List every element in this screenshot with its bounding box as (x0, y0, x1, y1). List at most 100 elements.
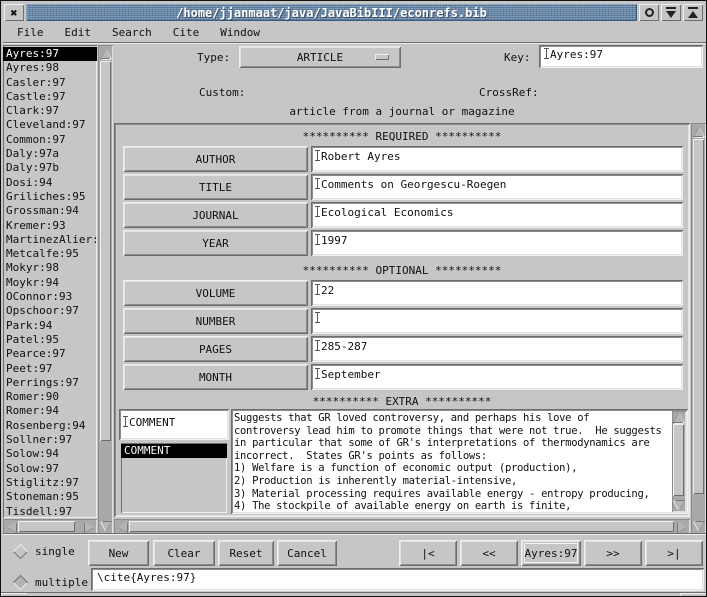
extra-field-name-input[interactable]: COMMENT (119, 409, 229, 440)
nav-last-button[interactable]: >| (645, 540, 703, 566)
maximize-button[interactable] (683, 4, 703, 21)
comment-vertical-scrollbar[interactable] (672, 411, 686, 512)
field-input[interactable]: Robert Ayres (311, 146, 683, 172)
scroll-up-button[interactable] (100, 47, 111, 59)
field-input[interactable]: Comments on Georgescu-Roegen (311, 174, 683, 200)
citation-key-item[interactable]: Moykr:94 (3, 276, 97, 290)
scrollbar-thumb[interactable] (100, 61, 111, 441)
field-input[interactable]: 1997 (311, 230, 683, 256)
citation-key-item[interactable]: Metcalfe:95 (3, 247, 97, 261)
sidebar-vertical-scrollbar[interactable] (98, 45, 113, 534)
citation-key-item[interactable]: Grossman:94 (3, 204, 97, 218)
nav-prev-button[interactable]: << (460, 540, 518, 566)
multiple-radio[interactable] (13, 575, 29, 591)
resize-corner[interactable] (680, 593, 706, 597)
citation-key-item[interactable]: Sollner:97 (3, 433, 97, 447)
form-vertical-scrollbar[interactable] (691, 123, 706, 534)
citation-key-item[interactable]: Rosenberg:94 (3, 419, 97, 433)
menu-circle-button[interactable] (639, 4, 659, 21)
extra-field-list-item[interactable]: COMMENT (121, 444, 227, 458)
scroll-right-button[interactable] (676, 521, 688, 532)
menu-item[interactable]: Cite (173, 26, 200, 39)
field-label-button[interactable]: VOLUME (123, 280, 308, 306)
scroll-left-button[interactable] (5, 521, 17, 532)
cancel-button[interactable]: Cancel (277, 540, 337, 566)
citation-key-item[interactable]: Castle:97 (3, 90, 97, 104)
cite-command-field[interactable]: \cite{Ayres:97} (91, 568, 704, 591)
field-label-button[interactable]: AUTHOR (123, 146, 308, 172)
nav-current-button[interactable]: Ayres:97 (521, 540, 581, 566)
citation-key-item[interactable]: Cleveland:97 (3, 118, 97, 132)
scrollbar-thumb[interactable] (18, 521, 75, 532)
window-title[interactable]: /home/jjanmaat/java/JavaBibIII/econrefs.… (26, 4, 637, 21)
scroll-right-button[interactable] (83, 521, 95, 532)
citation-key-item[interactable]: Peet:97 (3, 362, 97, 376)
scroll-down-button[interactable] (100, 520, 111, 532)
scroll-up-button[interactable] (693, 125, 704, 137)
citation-key-item[interactable]: Clark:97 (3, 104, 97, 118)
citation-key-item[interactable]: Ayres:97 (3, 47, 97, 61)
scroll-down-button[interactable] (693, 520, 704, 532)
single-radio[interactable] (13, 544, 29, 560)
citation-key-item[interactable]: Solow:97 (3, 462, 97, 476)
comment-text[interactable]: Suggests that GR loved controversy, and … (234, 412, 671, 511)
citation-key-item[interactable]: Dosi:94 (3, 176, 97, 190)
field-label-button[interactable]: JOURNAL (123, 202, 308, 228)
menu-item[interactable]: Edit (65, 26, 92, 39)
type-option-menu[interactable]: ARTICLE (239, 46, 401, 68)
field-label-button[interactable]: YEAR (123, 230, 308, 256)
comment-textarea[interactable]: Suggests that GR loved controversy, and … (231, 409, 688, 514)
field-label-button[interactable]: PAGES (123, 336, 308, 362)
window-resize-frame[interactable] (1, 592, 706, 596)
citation-key-item[interactable]: Stoneman:95 (3, 490, 97, 504)
citation-key-item[interactable]: Griliches:95 (3, 190, 97, 204)
field-input[interactable] (311, 308, 683, 334)
close-button[interactable]: ✖ (4, 4, 24, 21)
scrollbar-thumb[interactable] (693, 139, 704, 494)
citation-key-item[interactable]: Stiglitz:97 (3, 476, 97, 490)
form-horizontal-scrollbar[interactable] (114, 519, 690, 534)
citation-key-item[interactable]: Daly:97a (3, 147, 97, 161)
field-input[interactable]: September (311, 364, 683, 390)
citation-key-item[interactable]: Tisdell:97 (3, 505, 97, 519)
reset-button[interactable]: Reset (218, 540, 274, 566)
scroll-left-button[interactable] (116, 521, 128, 532)
sidebar-horizontal-scrollbar[interactable] (3, 519, 97, 534)
field-input[interactable]: 285-287 (311, 336, 683, 362)
resize-corner[interactable] (1, 593, 27, 597)
scroll-down-button[interactable] (673, 500, 684, 511)
citation-key-item[interactable]: Park:94 (3, 319, 97, 333)
citation-key-item[interactable]: Solow:94 (3, 447, 97, 461)
field-input[interactable]: 22 (311, 280, 683, 306)
citation-key-item[interactable]: Casler:97 (3, 76, 97, 90)
citation-key-item[interactable]: Romer:94 (3, 404, 97, 418)
citation-key-item[interactable]: Kremer:93 (3, 219, 97, 233)
menu-item[interactable]: Window (220, 26, 260, 39)
citation-key-item[interactable]: Mokyr:98 (3, 261, 97, 275)
scrollbar-thumb[interactable] (129, 521, 674, 532)
field-label-button[interactable]: TITLE (123, 174, 308, 200)
menu-item[interactable]: File (17, 26, 44, 39)
clear-button[interactable]: Clear (153, 540, 215, 566)
citation-key-item[interactable]: Perrings:97 (3, 376, 97, 390)
citation-key-item[interactable]: Daly:97b (3, 161, 97, 175)
field-input[interactable]: Ecological Economics (311, 202, 683, 228)
citation-key-item[interactable]: Ayres:98 (3, 61, 97, 75)
key-input[interactable]: Ayres:97 (539, 45, 703, 68)
citation-key-item[interactable]: Patel:95 (3, 333, 97, 347)
scroll-up-button[interactable] (673, 412, 684, 423)
citation-key-item[interactable]: OConnor:93 (3, 290, 97, 304)
citation-key-item[interactable]: Pearce:97 (3, 347, 97, 361)
new-button[interactable]: New (88, 540, 149, 566)
citation-key-item[interactable]: Romer:90 (3, 390, 97, 404)
field-label-button[interactable]: MONTH (123, 364, 308, 390)
citation-key-item[interactable]: MartinezAlier:9 (3, 233, 97, 247)
citation-key-item[interactable]: Opschoor:97 (3, 304, 97, 318)
citation-key-item[interactable]: Common:97 (3, 133, 97, 147)
scrollbar-thumb[interactable] (673, 424, 684, 496)
menu-item[interactable]: Search (112, 26, 152, 39)
nav-first-button[interactable]: |< (399, 540, 457, 566)
field-label-button[interactable]: NUMBER (123, 308, 308, 334)
nav-next-button[interactable]: >> (584, 540, 642, 566)
shade-button[interactable] (661, 4, 681, 21)
